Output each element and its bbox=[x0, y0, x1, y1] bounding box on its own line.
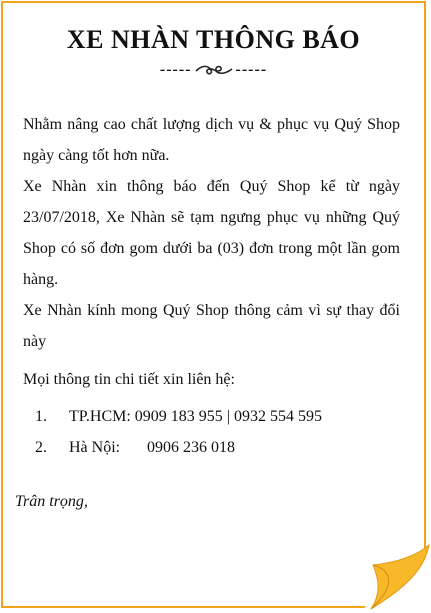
contact-number: 1. bbox=[35, 408, 47, 425]
ornamental-divider: ----- ----- bbox=[3, 61, 424, 79]
contact-label: TP.HCM: bbox=[69, 408, 131, 425]
contact-item: 1. TP.HCM: 0909 183 955 | 0932 554 595 bbox=[23, 401, 400, 432]
notice-title: XE NHÀN THÔNG BÁO bbox=[66, 25, 361, 54]
page-curl-icon bbox=[359, 543, 431, 613]
flourish-ornament-icon bbox=[194, 65, 232, 75]
contact-phones: 0906 236 018 bbox=[147, 439, 235, 456]
divider-dashes-left: ----- bbox=[159, 61, 192, 78]
paragraph-intro: Nhằm nâng cao chất lượng dịch vụ & phục … bbox=[23, 116, 400, 164]
paragraph-apology: Xe Nhàn kính mong Quý Shop thông cảm vì … bbox=[23, 302, 400, 350]
notice-body: Nhằm nâng cao chất lượng dịch vụ & phục … bbox=[23, 109, 400, 463]
contact-label: Hà Nội: bbox=[69, 439, 121, 456]
contact-heading: Mọi thông tin chi tiết xin liên hệ: bbox=[23, 371, 235, 388]
contact-number: 2. bbox=[35, 439, 47, 456]
contact-phones: 0909 183 955 | 0932 554 595 bbox=[134, 408, 322, 425]
divider-dashes-right: ----- bbox=[235, 61, 268, 78]
signature: Trân trọng, bbox=[15, 493, 88, 510]
contact-item: 2. Hà Nội: 0906 236 018 bbox=[23, 432, 400, 463]
contact-list: 1. TP.HCM: 0909 183 955 | 0932 554 595 2… bbox=[23, 401, 400, 463]
paragraph-announcement: Xe Nhàn xin thông báo đến Quý Shop kể từ… bbox=[23, 178, 400, 288]
notice-frame: XE NHÀN THÔNG BÁO ----- ----- Nhằm nâng … bbox=[1, 1, 426, 608]
